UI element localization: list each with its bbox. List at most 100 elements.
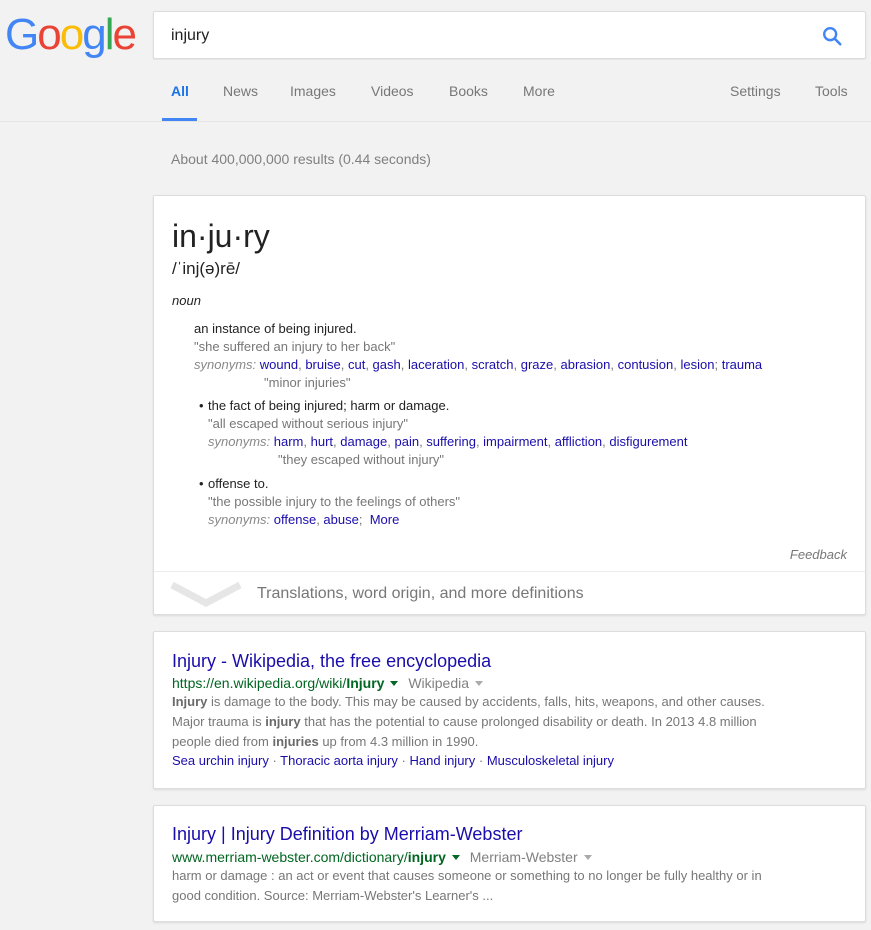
synonym-link[interactable]: harm — [274, 434, 304, 449]
search-box[interactable]: injury — [153, 11, 866, 59]
url-keyword: injury — [407, 849, 446, 865]
url-dropdown-icon[interactable] — [451, 854, 460, 860]
synonym-link[interactable]: gash — [373, 357, 401, 372]
example-2: "all escaped without serious injury" — [208, 416, 408, 431]
sitelink[interactable]: Musculoskeletal injury — [487, 753, 614, 768]
result-source[interactable]: Merriam-Webster — [470, 849, 592, 865]
logo-letter: G — [5, 10, 39, 59]
synonym-example-1: "minor injuries" — [264, 375, 351, 390]
tab-images[interactable]: Images — [290, 83, 336, 99]
bullet: • — [199, 398, 204, 413]
synonyms-label: synonyms: — [194, 357, 257, 372]
search-icon[interactable] — [821, 25, 843, 47]
synonym-link[interactable]: impairment — [483, 434, 547, 449]
result-source-label: Merriam-Webster — [469, 849, 578, 865]
synonym-example-2: "they escaped without injury" — [278, 452, 445, 467]
synonym-link[interactable]: abuse — [323, 512, 358, 527]
logo-letter: e — [112, 10, 137, 59]
logo-letter: o — [59, 10, 85, 59]
synonym-link[interactable]: hurt — [311, 434, 333, 449]
tab-videos[interactable]: Videos — [371, 83, 414, 99]
synonym-link[interactable]: bruise — [305, 357, 340, 372]
synonym-link[interactable]: cut — [348, 357, 365, 372]
definition-1: an instance of being injured. — [194, 321, 357, 336]
sitelink[interactable]: Thoracic aorta injury — [280, 753, 398, 768]
snippet-text: good condition. Source: Merriam-Webster'… — [172, 888, 494, 903]
more-synonyms-link[interactable]: More — [370, 512, 400, 527]
example-3: "the possible injury to the feelings of … — [208, 494, 461, 509]
dictionary-card: in·ju·ry /ˈinj(ə)rē/ noun an instance of… — [153, 195, 866, 615]
synonym-link[interactable]: contusion — [618, 357, 674, 372]
synonyms-3: synonyms: offense, abuse; More — [208, 512, 400, 527]
synonyms-label: synonyms: — [208, 434, 271, 449]
result-title-link[interactable]: Injury - Wikipedia, the free encyclopedi… — [172, 651, 491, 672]
result-url: https://en.wikipedia.org/wiki/Injury Wik… — [172, 675, 484, 691]
bullet: • — [199, 476, 204, 491]
synonym-link[interactable]: pain — [394, 434, 419, 449]
tab-all[interactable]: All — [171, 83, 189, 99]
feedback-link[interactable]: Feedback — [790, 547, 847, 562]
result-snippet: harm or damage : an act or event that ca… — [172, 866, 842, 906]
sitelink[interactable]: Hand injury — [410, 753, 476, 768]
synonym-link[interactable]: trauma — [722, 357, 762, 372]
synonym-link[interactable]: laceration — [408, 357, 464, 372]
tab-settings[interactable]: Settings — [730, 83, 781, 99]
tab-books[interactable]: Books — [449, 83, 488, 99]
synonym-link[interactable]: abrasion — [561, 357, 611, 372]
snippet-keyword: injury — [265, 714, 301, 729]
search-result: Injury - Wikipedia, the free encyclopedi… — [153, 631, 866, 789]
synonym-link[interactable]: offense — [274, 512, 316, 527]
synonyms-1: synonyms: wound, bruise, cut, gash, lace… — [194, 357, 763, 372]
tab-tools[interactable]: Tools — [815, 83, 848, 99]
synonym-link[interactable]: suffering — [426, 434, 476, 449]
snippet-text: harm or damage : an act or event that ca… — [172, 868, 762, 883]
snippet-text: that has the potential to cause prolonge… — [300, 714, 757, 729]
snippet-text: up from 4.3 million in 1990. — [318, 734, 479, 749]
source-dropdown-icon — [583, 854, 592, 860]
result-source-label: Wikipedia — [408, 675, 470, 691]
result-snippet: Injury is damage to the body. This may b… — [172, 692, 842, 752]
synonym-link[interactable]: graze — [521, 357, 554, 372]
snippet-keyword: injuries — [272, 734, 319, 749]
sitelink-separator: · — [397, 753, 410, 768]
snippet-keyword: Injury — [172, 694, 208, 709]
search-input[interactable]: injury — [171, 27, 209, 45]
result-title-link[interactable]: Injury | Injury Definition by Merriam-We… — [172, 824, 522, 845]
snippet-text: people died from — [172, 734, 273, 749]
sitelink-separator: · — [268, 753, 281, 768]
synonyms-label: synonyms: — [208, 512, 271, 527]
synonym-link[interactable]: damage — [340, 434, 387, 449]
snippet-text: Major trauma is — [172, 714, 266, 729]
synonym-link[interactable]: disfigurement — [609, 434, 687, 449]
url-dropdown-icon[interactable] — [390, 680, 399, 686]
definition-2: the fact of being injured; harm or damag… — [208, 398, 450, 413]
sitelinks: Sea urchin injury · Thoracic aorta injur… — [172, 753, 614, 768]
more-definitions-row[interactable]: Translations, word origin, and more defi… — [154, 571, 865, 615]
nav-tabs: All News Images Videos Books More Settin… — [0, 60, 871, 122]
result-url: www.merriam-webster.com/dictionary/injur… — [172, 849, 592, 865]
url-keyword: Injury — [346, 675, 385, 691]
phonetic: /ˈinj(ə)rē/ — [172, 259, 241, 278]
example-1: "she suffered an injury to her back" — [194, 339, 396, 354]
synonym-link[interactable]: affliction — [555, 434, 602, 449]
search-result: Injury | Injury Definition by Merriam-We… — [153, 805, 866, 922]
synonyms-2: synonyms: harm, hurt, damage, pain, suff… — [208, 434, 688, 449]
snippet-text: is damage to the body. This may be cause… — [207, 694, 765, 709]
url-prefix: https://en.wikipedia.org/wiki/ — [172, 675, 347, 691]
logo-letter: o — [37, 10, 62, 59]
active-tab-indicator — [162, 118, 197, 121]
result-source[interactable]: Wikipedia — [408, 675, 484, 691]
more-definitions-label: Translations, word origin, and more defi… — [257, 585, 584, 602]
sitelink-separator: · — [475, 753, 487, 768]
google-logo[interactable]: Google — [5, 10, 137, 59]
tab-news[interactable]: News — [223, 83, 258, 99]
chevron-down-icon — [170, 581, 242, 607]
logo-letter: l — [104, 10, 115, 59]
sitelink[interactable]: Sea urchin injury — [172, 753, 269, 768]
synonym-link[interactable]: wound — [260, 357, 298, 372]
synonym-link[interactable]: lesion — [681, 357, 715, 372]
synonym-link[interactable]: scratch — [472, 357, 514, 372]
dictionary-word: in·ju·ry — [172, 218, 270, 254]
tab-more[interactable]: More — [523, 83, 555, 99]
source-dropdown-icon — [475, 680, 484, 686]
